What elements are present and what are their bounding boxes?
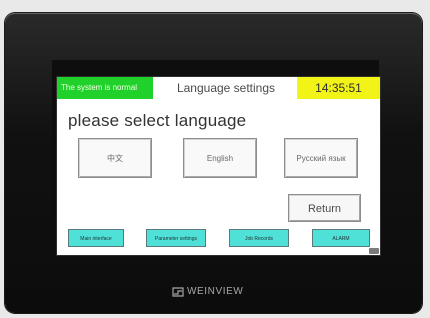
screen-corner-indicator [369, 248, 379, 254]
nav-alarm-button[interactable]: ALARM [312, 229, 370, 247]
brand-name: WEINVIEW [187, 286, 244, 297]
nav-job-records-button[interactable]: Job Records [229, 229, 289, 247]
header-bar: The system is normal Language settings 1… [57, 77, 380, 99]
clock-display: 14:35:51 [297, 77, 380, 99]
language-prompt: please select language [68, 111, 247, 130]
bottom-navigation: Main interface Parameter settings Job Re… [57, 227, 380, 255]
language-button-english[interactable]: English [183, 138, 257, 178]
weinview-logo-icon [172, 287, 184, 297]
nav-parameter-settings-button[interactable]: Parameter settings [146, 229, 206, 247]
hmi-screen: The system is normal Language settings 1… [57, 77, 380, 255]
page-title: Language settings [176, 81, 276, 95]
return-button[interactable]: Return [288, 194, 361, 222]
system-status-badge: The system is normal [57, 77, 153, 99]
language-button-russian[interactable]: Русский язык [284, 138, 358, 178]
language-button-chinese[interactable]: 中文 [78, 138, 152, 178]
nav-main-interface-button[interactable]: Main interface [68, 229, 124, 247]
weinview-brand: WEINVIEW [172, 286, 262, 298]
